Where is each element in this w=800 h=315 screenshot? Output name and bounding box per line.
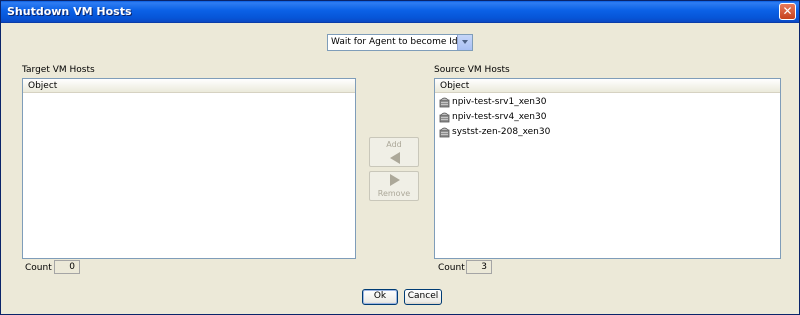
source-list[interactable]: Object npiv-test-srv1_xen30 npiv-test-srv… — [434, 78, 781, 259]
arrow-left-icon — [390, 152, 400, 164]
vm-host-icon — [439, 112, 450, 123]
list-item-label: npiv-test-srv1_xen30 — [452, 97, 547, 107]
title-bar[interactable]: Shutdown VM Hosts ✕ — [1, 1, 799, 23]
remove-button[interactable]: Remove — [369, 171, 419, 201]
vm-host-icon — [439, 127, 450, 138]
close-button[interactable]: ✕ — [779, 3, 796, 20]
add-button[interactable]: Add — [369, 137, 419, 167]
shutdown-mode-value: Wait for Agent to become Idle — [331, 37, 466, 47]
shutdown-mode-select[interactable]: Wait for Agent to become Idle — [327, 34, 473, 51]
target-list[interactable]: Object — [22, 78, 356, 259]
source-count-value: 3 — [466, 260, 492, 274]
close-icon: ✕ — [782, 4, 793, 18]
add-button-label: Add — [386, 140, 402, 149]
target-column-header[interactable]: Object — [23, 79, 355, 93]
target-count-value: 0 — [54, 260, 80, 274]
remove-button-label: Remove — [377, 189, 411, 198]
vm-host-icon — [439, 97, 450, 108]
cancel-button[interactable]: Cancel — [404, 289, 442, 305]
source-column-header[interactable]: Object — [435, 79, 780, 93]
chevron-down-icon[interactable] — [457, 35, 472, 50]
source-count-label: Count — [438, 263, 465, 273]
list-item-label: systst-zen-208_xen30 — [452, 127, 551, 137]
source-list-label: Source VM Hosts — [434, 65, 510, 75]
dialog-window: Shutdown VM Hosts ✕ Wait for Agent to be… — [0, 0, 800, 315]
arrow-right-icon — [390, 174, 400, 186]
target-list-label: Target VM Hosts — [22, 65, 95, 75]
target-count-label: Count — [25, 263, 52, 273]
list-item-label: npiv-test-srv4_xen30 — [452, 112, 547, 122]
window-title: Shutdown VM Hosts — [7, 5, 132, 18]
ok-button[interactable]: Ok — [362, 289, 398, 305]
